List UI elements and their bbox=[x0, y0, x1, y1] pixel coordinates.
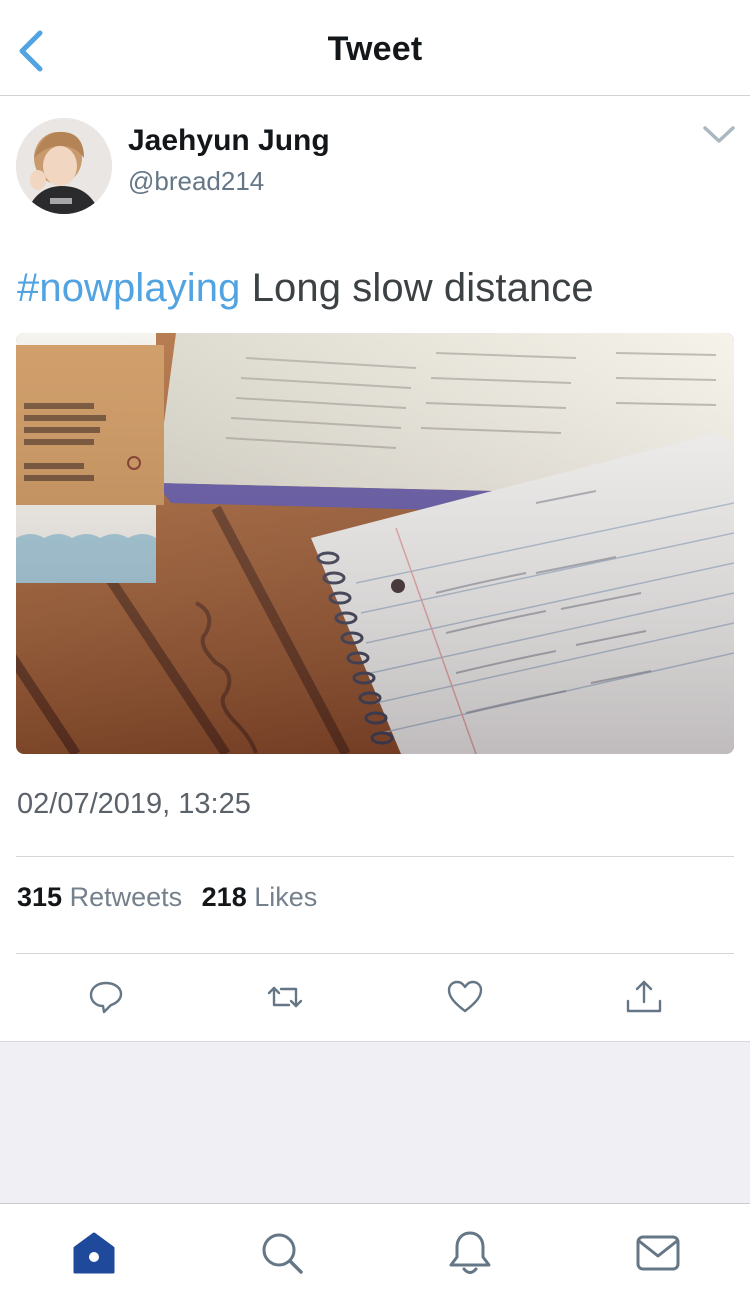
tab-notifications[interactable] bbox=[445, 1228, 495, 1278]
tweet-photo[interactable] bbox=[16, 333, 734, 754]
like-icon bbox=[447, 980, 483, 1013]
tweet-body: Long slow distance bbox=[240, 266, 594, 310]
tweet-options-button[interactable] bbox=[700, 122, 738, 148]
top-navigation-bar: Tweet bbox=[0, 0, 750, 96]
tweet-stats: 315 Retweets 218 Likes bbox=[17, 882, 329, 913]
home-icon bbox=[73, 1232, 115, 1274]
reply-button[interactable] bbox=[86, 977, 126, 1017]
like-button[interactable] bbox=[445, 977, 485, 1017]
photo-image bbox=[16, 333, 734, 754]
retweet-button[interactable] bbox=[265, 977, 305, 1017]
chevron-down-icon bbox=[703, 126, 735, 143]
empty-replies-area bbox=[0, 1041, 750, 1203]
notifications-icon bbox=[449, 1231, 491, 1274]
hashtag-link[interactable]: #nowplaying bbox=[17, 266, 240, 310]
search-icon bbox=[262, 1233, 303, 1274]
tweet-text: #nowplaying Long slow distance bbox=[17, 266, 594, 311]
retweets-count: 315 bbox=[17, 882, 63, 912]
retweets-stat[interactable]: 315 Retweets bbox=[17, 882, 182, 912]
likes-stat[interactable]: 218 Likes bbox=[202, 882, 318, 912]
tab-home[interactable] bbox=[69, 1228, 119, 1278]
tab-messages[interactable] bbox=[633, 1228, 683, 1278]
avatar[interactable] bbox=[16, 118, 112, 214]
likes-count: 218 bbox=[201, 882, 247, 912]
avatar-image bbox=[16, 118, 112, 214]
share-button[interactable] bbox=[624, 977, 664, 1017]
divider bbox=[16, 856, 734, 857]
tweet-actions-bar bbox=[0, 955, 750, 1041]
page-title: Tweet bbox=[327, 30, 423, 68]
retweet-icon bbox=[267, 986, 303, 1008]
author-handle[interactable]: @bread214 bbox=[128, 166, 264, 197]
likes-label: Likes bbox=[254, 882, 318, 912]
share-icon bbox=[626, 980, 662, 1013]
divider bbox=[16, 953, 734, 954]
messages-icon bbox=[636, 1235, 680, 1271]
retweets-label: Retweets bbox=[69, 882, 183, 912]
tab-search[interactable] bbox=[257, 1228, 307, 1278]
author-name[interactable]: Jaehyun Jung bbox=[128, 124, 330, 158]
tweet-timestamp: 02/07/2019, 13:25 bbox=[17, 788, 251, 820]
bottom-tab-bar bbox=[0, 1203, 750, 1301]
reply-icon bbox=[89, 981, 123, 1014]
